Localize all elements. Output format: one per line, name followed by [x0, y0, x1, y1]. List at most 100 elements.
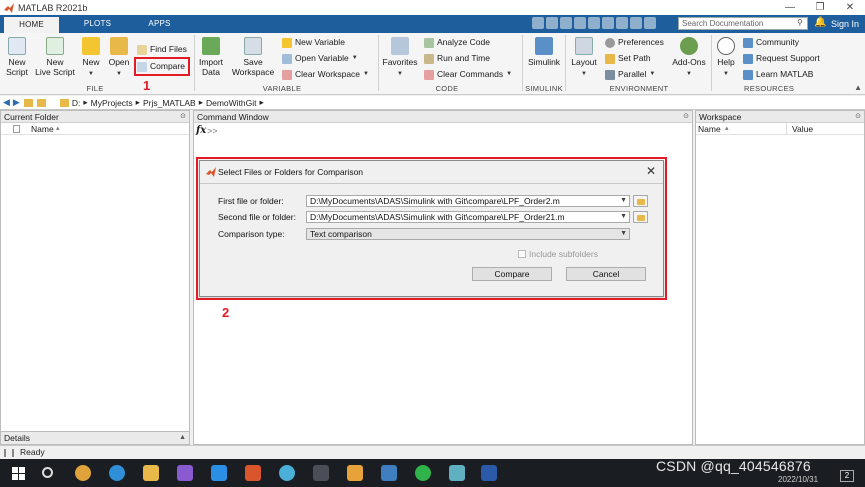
learn-matlab-icon: [743, 69, 753, 80]
new-script-button[interactable]: New Script: [4, 37, 30, 77]
collapse-ribbon-icon[interactable]: ▲: [854, 83, 862, 92]
app-icon[interactable]: [279, 465, 295, 481]
section-variable: VARIABLE: [262, 84, 302, 93]
sort-asc-icon: ▴: [725, 125, 729, 132]
open-variable-button[interactable]: Open Variable ▼: [282, 53, 358, 64]
search-input[interactable]: Search Documentation: [678, 17, 808, 30]
current-folder-panel: Current Folder ⊙ Name ▴: [0, 110, 190, 432]
chrome-icon[interactable]: [75, 465, 91, 481]
new-variable-button[interactable]: New Variable: [282, 37, 345, 48]
wechat-icon[interactable]: [415, 465, 431, 481]
panel-header[interactable]: Details ▲: [1, 432, 189, 444]
file-explorer-icon[interactable]: [143, 465, 159, 481]
windows-start-icon[interactable]: [12, 467, 25, 480]
workspace-panel: Workspace ⊙ Name ▴ Value: [695, 110, 865, 445]
tab-plots[interactable]: PLOTS: [70, 15, 125, 33]
section-resources: RESOURCES: [744, 84, 795, 93]
column-header-name[interactable]: Name ▴: [1, 123, 189, 135]
help-icon[interactable]: [630, 17, 642, 29]
parallel-button[interactable]: Parallel ▼: [605, 69, 655, 80]
save-workspace-button[interactable]: Save Workspace: [230, 37, 276, 77]
redo-icon[interactable]: [602, 17, 614, 29]
caret-icon: ▼: [506, 71, 513, 77]
favorites-button[interactable]: Favorites ▼: [382, 37, 418, 79]
caret-icon: ▼: [116, 71, 122, 77]
minimize-icon[interactable]: —: [775, 0, 805, 15]
search-icon[interactable]: [42, 467, 53, 478]
up-folder-icon[interactable]: [23, 98, 33, 107]
add-ons-button[interactable]: Add-Ons ▼: [670, 37, 708, 79]
switch-windows-icon[interactable]: [616, 17, 628, 29]
save-workspace-icon: [244, 37, 262, 55]
back-icon[interactable]: ◀: [3, 97, 10, 108]
run-and-time-button[interactable]: Run and Time: [424, 53, 490, 64]
calculator-icon[interactable]: [313, 465, 329, 481]
undo-icon[interactable]: [588, 17, 600, 29]
panel-menu-icon[interactable]: ⊙: [180, 111, 186, 123]
path-separator-icon: ▸: [259, 97, 264, 107]
analyze-code-button[interactable]: Analyze Code: [424, 37, 490, 48]
path-segment[interactable]: Prjs_MATLAB: [143, 98, 196, 108]
edge-icon[interactable]: [109, 465, 125, 481]
clear-commands-button[interactable]: Clear Commands ▼: [424, 69, 512, 80]
expand-icon[interactable]: ▲: [179, 432, 186, 444]
browse-folder-icon[interactable]: [36, 98, 46, 107]
panel-menu-icon[interactable]: ⊙: [683, 111, 689, 123]
cut-icon[interactable]: [546, 17, 558, 29]
save-icon[interactable]: [532, 17, 544, 29]
request-support-button[interactable]: Request Support: [743, 53, 820, 64]
clear-workspace-button[interactable]: Clear Workspace ▼: [282, 69, 369, 80]
sign-in-link[interactable]: Sign In: [831, 15, 859, 33]
simulink-button[interactable]: Simulink: [525, 37, 563, 67]
function-browser-icon[interactable]: fx: [196, 125, 206, 136]
paste-icon[interactable]: [574, 17, 586, 29]
matlab-taskbar-icon[interactable]: [245, 465, 261, 481]
learn-matlab-button[interactable]: Learn MATLAB: [743, 69, 813, 80]
notepad-icon[interactable]: [449, 465, 465, 481]
word-icon[interactable]: [481, 465, 497, 481]
path-segment[interactable]: D:: [72, 98, 81, 108]
tab-home[interactable]: HOME: [4, 15, 59, 33]
open-button[interactable]: Open ▼: [107, 37, 131, 79]
path-segment[interactable]: MyProjects: [91, 98, 133, 108]
close-icon[interactable]: ✕: [835, 0, 865, 15]
copy-icon[interactable]: [560, 17, 572, 29]
visual-studio-icon[interactable]: [177, 465, 193, 481]
dropdown-icon[interactable]: [644, 17, 656, 29]
file-icon: [13, 125, 20, 133]
matlab-logo-icon: [4, 2, 14, 13]
panel-header: Workspace ⊙: [696, 111, 864, 123]
caret-icon: ▼: [88, 71, 94, 77]
import-data-button[interactable]: Import Data: [197, 37, 225, 77]
photos-icon[interactable]: [381, 465, 397, 481]
section-code: CODE: [435, 84, 459, 93]
status-grip-icon: [4, 449, 14, 457]
caret-icon: ▼: [723, 71, 729, 77]
community-button[interactable]: Community: [743, 37, 799, 48]
workspace-column-headers: Name ▴ Value: [696, 123, 864, 135]
tab-apps[interactable]: APPS: [132, 15, 187, 33]
new-live-script-button[interactable]: New Live Script: [34, 37, 76, 77]
panel-menu-icon[interactable]: ⊙: [855, 111, 861, 123]
caret-icon: ▼: [581, 71, 587, 77]
help-button[interactable]: Help ▼: [714, 37, 738, 79]
vscode-icon[interactable]: [211, 465, 227, 481]
path-folder-icon: [59, 98, 69, 107]
restore-icon[interactable]: ❐: [805, 0, 835, 15]
new-button[interactable]: New ▼: [80, 37, 102, 79]
notification-bell-icon[interactable]: 🔔: [814, 17, 826, 28]
highlight-dialog: [196, 157, 667, 300]
quick-access-toolbar: [532, 17, 656, 29]
set-path-button[interactable]: Set Path: [605, 53, 651, 64]
forward-icon[interactable]: ▶: [13, 97, 20, 108]
path-segment[interactable]: DemoWithGit: [206, 98, 257, 108]
layout-button[interactable]: Layout ▼: [569, 37, 599, 79]
clear-commands-icon: [424, 69, 434, 80]
column-header-name[interactable]: Name: [698, 123, 721, 135]
git-icon[interactable]: [347, 465, 363, 481]
column-header-value[interactable]: Value: [792, 123, 813, 135]
notification-badge[interactable]: 2: [840, 470, 854, 482]
find-files-button[interactable]: Find Files: [137, 44, 187, 55]
search-icon[interactable]: ⚲: [797, 18, 803, 27]
preferences-button[interactable]: Preferences: [605, 37, 664, 48]
